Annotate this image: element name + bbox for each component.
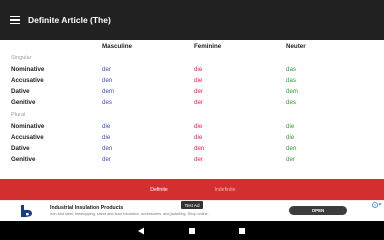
ad-open-button[interactable]: OPEN [289,206,347,215]
cell-neuter: das [286,66,296,73]
ad-label: Test Ad [181,201,203,209]
cell-masculine: den [102,77,113,84]
recents-icon [239,227,245,234]
system-nav-bar [0,221,384,240]
column-header-neuter: Neuter [286,43,306,50]
cell-masculine: die [102,123,111,130]
app-bar: Definite Article (The) [0,0,384,40]
row-label: Accusative [11,77,44,84]
cell-masculine: den [102,145,113,152]
bottom-tab-bar: Definite Indefinite [0,179,384,200]
cell-feminine: der [194,99,203,106]
cell-feminine: die [194,123,203,130]
cell-neuter: des [286,99,296,106]
cell-neuter: die [286,123,295,130]
row-label: Genitive [11,99,36,106]
cell-feminine: die [194,134,203,141]
cell-masculine: des [102,99,112,106]
section-label-plural: Plural [11,112,26,118]
cell-feminine: der [194,156,203,163]
row-label: Dative [11,145,30,152]
menu-button[interactable] [2,0,28,40]
row-label: Genitive [11,156,36,163]
column-header-feminine: Feminine [194,43,222,50]
back-triangle-icon [138,227,144,234]
nav-recents-button[interactable] [232,221,252,240]
cell-neuter: den [286,145,297,152]
hamburger-menu-icon [10,16,20,24]
article-table: Masculine Feminine Neuter Singular Nomin… [0,40,384,178]
cell-feminine: die [194,66,203,73]
advertiser-logo-icon [21,205,32,217]
cell-neuter: dem [286,88,299,95]
nav-home-button[interactable] [182,221,202,240]
row-label: Accusative [11,134,44,141]
page-title: Definite Article (The) [28,15,111,25]
row-label: Nominative [11,66,45,73]
tab-definite[interactable]: Definite [128,179,190,200]
ad-title: Industrial Insulation Products [50,205,124,211]
tab-indefinite[interactable]: Indefinite [194,179,256,200]
cell-masculine: der [102,156,111,163]
section-label-singular: Singular [11,55,32,61]
row-label: Dative [11,88,30,95]
nav-back-button[interactable] [131,221,151,240]
cell-neuter: der [286,156,295,163]
row-label: Nominative [11,123,45,130]
cell-masculine: der [102,66,111,73]
cell-feminine: den [194,145,205,152]
home-square-icon [189,227,195,234]
ad-choices-icon[interactable] [371,201,383,209]
ad-description: Iron and steel, firestopping, sheet and … [50,212,209,216]
cell-masculine: die [102,134,111,141]
cell-feminine: die [194,77,203,84]
cell-neuter: die [286,134,295,141]
cell-neuter: das [286,77,296,84]
cell-feminine: der [194,88,203,95]
column-header-masculine: Masculine [102,43,132,50]
cell-masculine: dem [102,88,115,95]
